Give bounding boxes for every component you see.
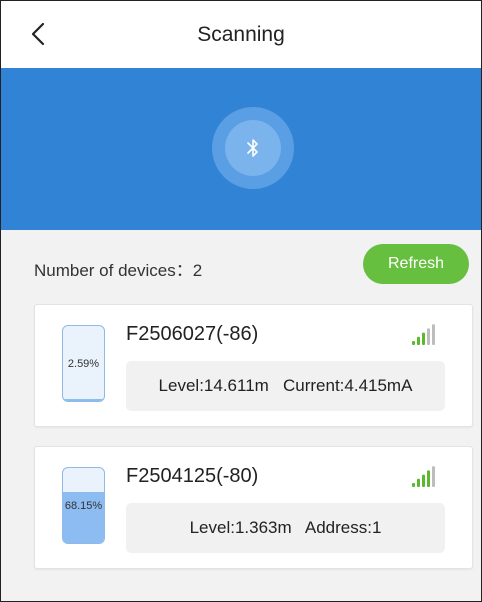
back-button[interactable] [23,19,53,49]
bluetooth-icon [247,139,258,157]
fill-percent-label: 2.59% [67,358,100,370]
bluetooth-banner [1,68,481,230]
devices-summary-row: Number of devices：2 Refresh [1,230,481,298]
signal-bar [432,324,435,345]
app-header: Scanning [1,1,481,68]
device-info: Level:14.611m Current:4.415mA [126,361,445,411]
signal-bar [432,466,435,487]
chevron-left-icon [31,22,45,46]
refresh-button[interactable]: Refresh [363,244,469,284]
device-name: F2506027(-86) [126,323,259,345]
device-name: F2504125(-80) [126,465,259,487]
tank-fill [63,399,104,401]
device-info: Level:1.363m Address:1 [126,503,445,553]
signal-bar [412,483,415,487]
signal-strength-icon [412,324,435,345]
level-tank-gauge: 68.15% [62,467,105,544]
signal-bar [422,332,425,345]
signal-bar [422,474,425,487]
bluetooth-scan-indicator [212,107,294,189]
fill-percent-label: 68.15% [64,500,103,512]
signal-bar [412,341,415,345]
signal-bar [427,328,430,345]
signal-strength-icon [412,466,435,487]
device-card[interactable]: 2.59% F2506027(-86) Level:14.611m Curren… [34,304,473,427]
device-card[interactable]: 68.15% F2504125(-80) Level:1.363m Addres… [34,446,473,569]
device-count-label: Number of devices：2 [34,261,203,280]
level-tank-gauge: 2.59% [62,325,105,402]
signal-bar [417,478,420,487]
signal-bar [417,336,420,345]
signal-bar [427,470,430,487]
page-title: Scanning [197,22,285,46]
